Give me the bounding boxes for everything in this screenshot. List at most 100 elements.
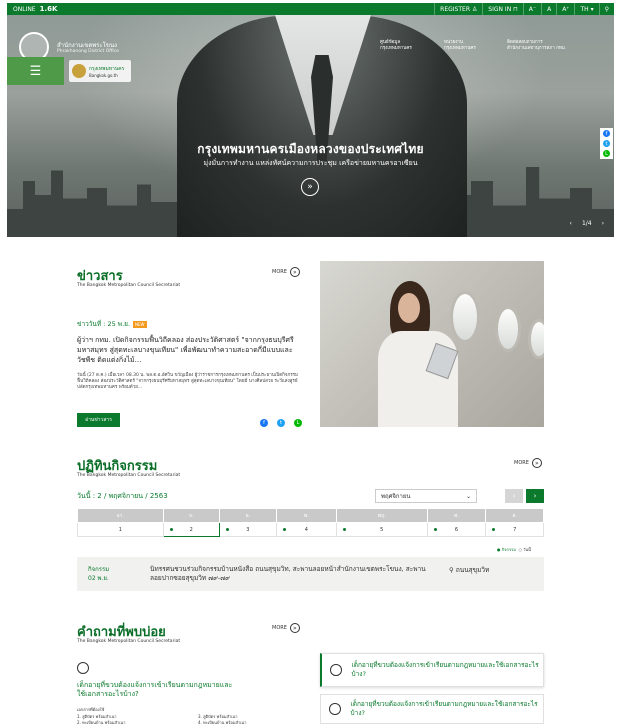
- slide-next-button[interactable]: ›: [602, 220, 604, 227]
- woman-face: [398, 293, 420, 323]
- read-news-button[interactable]: อ่านข่าวสาร: [77, 413, 120, 427]
- language-label: TH: [580, 5, 589, 13]
- faq-card[interactable]: เด็กอายุที่ขวบต้องแจ้งการเข้าเรียนตามกฎห…: [320, 653, 544, 687]
- nav-contact[interactable]: ติดต่อสอบถามการ สำนักงานเลขานุการสภา กทม…: [507, 40, 566, 52]
- legend-today: ○ วันนี้: [518, 547, 531, 552]
- bangkok-logo-line2: Bangkok.go.th: [89, 72, 118, 78]
- activity-dot: [225, 528, 229, 531]
- news-image[interactable]: [320, 261, 544, 427]
- activity-date-value: 02 พ.ย.: [88, 575, 109, 582]
- weekday-header: จ.: [162, 508, 220, 523]
- signin-link[interactable]: SIGN IN ⊓: [482, 3, 523, 15]
- calendar-legend: ● กิจกรรม ○ วันนี้: [497, 546, 531, 553]
- nav-agencies-line2: กรุงเทพมหานคร: [444, 46, 476, 51]
- faq-doc-item: 4. ทะเบียนบ้าน พร้อมสำเนา: [198, 720, 247, 725]
- activity-dot: [492, 528, 496, 531]
- airplane-window: [528, 319, 544, 359]
- facebook-icon[interactable]: f: [260, 419, 268, 427]
- bangkok-logo-line1: กรุงเทพมหานคร: [89, 65, 125, 72]
- font-size-normal-button[interactable]: A: [541, 3, 556, 15]
- calendar-day[interactable]: 7: [485, 522, 544, 537]
- hamburger-menu-button[interactable]: ☰: [7, 57, 64, 85]
- faq-question[interactable]: เด็กอายุที่ขวบต้องแจ้งการเข้าเรียนตามกฎห…: [77, 681, 237, 699]
- activity-label: กิจกรรม: [88, 566, 110, 573]
- font-size-small-button[interactable]: A⁻: [522, 3, 541, 15]
- calendar-more-link[interactable]: MORE »: [514, 458, 542, 468]
- calendar-next-button[interactable]: ›: [526, 489, 544, 503]
- faq-more-label: MORE: [272, 625, 287, 631]
- calendar-day[interactable]: 3: [218, 522, 277, 537]
- activity-dot: [433, 528, 437, 531]
- lock-icon: ⊓: [513, 5, 518, 13]
- activity-item[interactable]: กิจกรรม 02 พ.ย. นิทรรศนชวนร่วมกิจกรรมบ้า…: [77, 557, 544, 591]
- faq-doc-item: 2. ทะเบียนบ้าน พร้อมสำเนา: [77, 720, 126, 725]
- faq-card[interactable]: เด็กอายุที่ขวบต้องแจ้งการเข้าเรียนตามกฎห…: [320, 694, 544, 724]
- slide-prev-button[interactable]: ‹: [570, 220, 572, 227]
- news-more-link[interactable]: MORE »: [272, 267, 300, 277]
- line-icon[interactable]: L: [294, 419, 302, 427]
- twitter-icon[interactable]: t: [277, 419, 285, 427]
- calendar-today: วันนี้ : 2 / พฤศจิกายน / 2563: [77, 492, 168, 500]
- calendar-prev-button[interactable]: ‹: [505, 489, 523, 503]
- news-more-label: MORE: [272, 269, 287, 275]
- faq-docs-heading: เอกสารที่ต้องใช้: [77, 707, 105, 712]
- weekday-header: ศ.: [426, 508, 487, 523]
- faq-more-link[interactable]: MORE »: [272, 623, 300, 633]
- airplane-window: [495, 306, 521, 352]
- calendar-day-selected[interactable]: 2: [162, 522, 220, 537]
- slide-counter: 1/4: [581, 220, 592, 227]
- line-share-icon[interactable]: L: [603, 150, 610, 157]
- activity-date: กิจกรรม 02 พ.ย.: [88, 565, 109, 583]
- double-chevron-right-icon: »: [531, 458, 542, 468]
- woman-body: [378, 331, 458, 427]
- news-headline[interactable]: ผู้ว่าฯ กทม. เปิดกิจกรรมฟื้นวิถีคลอง ส่อ…: [77, 335, 302, 365]
- calendar-day[interactable]: 5: [335, 522, 428, 537]
- twitter-share-icon[interactable]: t: [603, 140, 610, 147]
- nav-agencies[interactable]: หน่วยงาน กรุงเทพมหานคร: [444, 40, 476, 52]
- hamburger-icon: ☰: [29, 63, 42, 79]
- question-icon: [77, 662, 89, 674]
- font-size-large-button[interactable]: A⁺: [556, 3, 574, 15]
- day-number: 2: [189, 526, 193, 533]
- nav-info-center[interactable]: ศูนย์ข้อมูล กรุงเทพมหานคร: [380, 40, 412, 52]
- activity-location: ⚲ ถนนสุขุมวิท: [449, 565, 489, 575]
- month-select-value: พฤศจิกายน: [381, 493, 411, 500]
- register-link[interactable]: REGISTER ♙: [434, 3, 482, 15]
- calendar-grid: อา. จ. อ. พ. พฤ. ศ. ส. 1 2 3 4 5 6 7: [77, 508, 544, 537]
- news-body: วันนี้ (27 ต.ค.) เมื่อเวลา 08.30 น. พล.ต…: [77, 373, 299, 390]
- language-selector[interactable]: TH ▾: [574, 3, 598, 15]
- calendar-weekday-row: อา. จ. อ. พ. พฤ. ศ. ส.: [77, 508, 544, 523]
- hero-more-button[interactable]: »: [301, 178, 319, 196]
- news-subtitle: The Bangkok Metropolitan Council Secreta…: [77, 283, 181, 288]
- search-button[interactable]: ⚲: [598, 3, 614, 15]
- nav-info-center-line2: กรุงเทพมหานคร: [380, 46, 412, 51]
- day-number: 7: [513, 526, 517, 533]
- day-number: 4: [304, 526, 308, 533]
- online-label: ONLINE: [13, 5, 36, 13]
- calendar-day[interactable]: 4: [275, 522, 337, 537]
- calendar-day[interactable]: 1: [77, 522, 164, 537]
- month-select[interactable]: พฤศจิกายน ⌄: [375, 489, 477, 503]
- day-number: 1: [118, 526, 122, 533]
- chevron-down-icon: ▾: [590, 5, 594, 13]
- hero-subtitle: มุ่งมั่นการทำงาน แหล่งทัศน์ความการประชุม…: [203, 159, 418, 167]
- search-icon: ⚲: [604, 5, 609, 13]
- activity-location-text: ถนนสุขุมวิท: [455, 566, 490, 574]
- share-sidebar: f t L: [600, 128, 613, 159]
- signin-label: SIGN IN: [488, 5, 512, 13]
- nav-contact-line2: สำนักงานเลขานุการสภา กทม.: [507, 46, 567, 51]
- calendar-more-label: MORE: [514, 460, 529, 466]
- day-number: 3: [246, 526, 250, 533]
- facebook-share-icon[interactable]: f: [603, 130, 610, 137]
- calendar-week-row: 1 2 3 4 5 6 7: [77, 522, 544, 537]
- news-date: ข่าววันที่ : 25 พ.ย. NEW: [77, 319, 147, 329]
- bangkok-logo-link[interactable]: กรุงเทพมหานคร Bangkok.go.th: [69, 60, 131, 82]
- weekday-header: พฤ.: [335, 508, 428, 523]
- activity-dot: [169, 528, 173, 531]
- new-badge: NEW: [133, 320, 147, 328]
- faq-card-text: เด็กอายุที่ขวบต้องแจ้งการเข้าเรียนตามกฎห…: [350, 700, 538, 717]
- online-counter: ONLINE 1.6K: [7, 3, 64, 15]
- calendar-subtitle: The Bangkok Metropolitan Council Secreta…: [77, 473, 181, 478]
- news-share: f t L: [260, 419, 302, 427]
- calendar-day[interactable]: 6: [426, 522, 487, 537]
